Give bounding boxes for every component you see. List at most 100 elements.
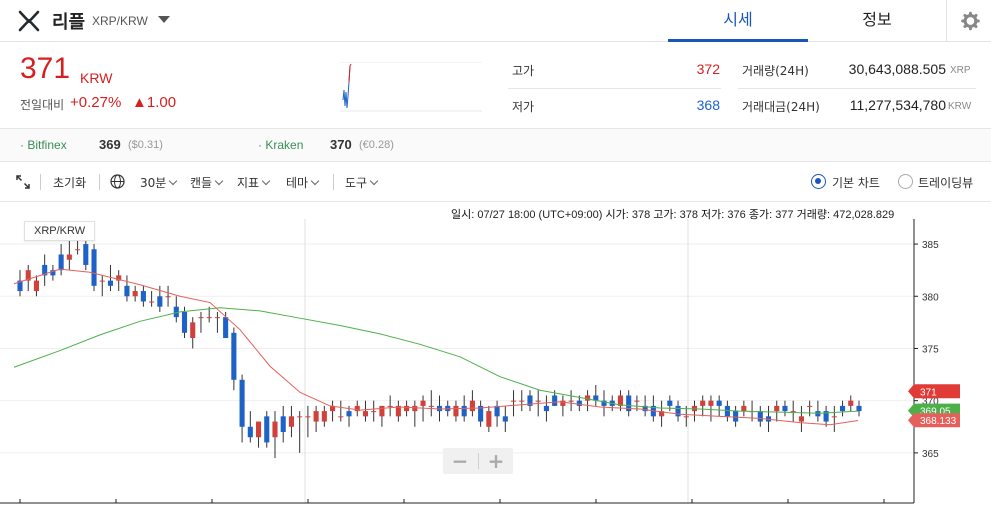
current-price: 371 xyxy=(20,52,71,85)
indicator-select[interactable]: 지표 xyxy=(237,174,271,191)
y-tick-label: 365 xyxy=(922,449,939,460)
candle-body xyxy=(181,311,188,333)
candle-body xyxy=(848,400,854,406)
candle-body xyxy=(305,416,311,418)
xrp-logo-icon xyxy=(18,10,40,32)
interval-select[interactable]: 30분 xyxy=(140,174,178,191)
candle-body xyxy=(576,400,582,406)
candle-body xyxy=(247,426,253,438)
candle-body xyxy=(288,416,294,427)
candle-body xyxy=(494,405,500,417)
expand-icon[interactable] xyxy=(16,175,30,189)
exchange-row: · Bitfinex 369 ($0.31) · Kraken 370 (€0.… xyxy=(0,128,991,162)
zoom-in-button[interactable]: + xyxy=(479,448,513,474)
change-label: 전일대비 xyxy=(20,98,65,112)
candle-body xyxy=(543,405,549,412)
candle-body xyxy=(724,405,730,417)
trade-value: 11,277,534,780 xyxy=(849,97,946,113)
candle-body xyxy=(757,411,763,422)
tradingview-radio[interactable] xyxy=(898,174,913,189)
candle-body xyxy=(469,400,475,412)
candle-body xyxy=(346,411,352,417)
value-label: 거래대금(24H) xyxy=(742,100,820,114)
candle-body xyxy=(362,411,369,417)
candle-body xyxy=(774,405,780,412)
y-tick-label: 385 xyxy=(922,240,939,251)
candle-body xyxy=(683,416,689,418)
tab-market[interactable]: 시세 xyxy=(668,0,808,42)
candle-body xyxy=(140,291,146,302)
chart-toolbar: 초기화 30분 캔들 지표 테마 도구 기본 차트 트레이딩뷰 xyxy=(0,162,991,202)
candle-body xyxy=(157,296,163,307)
exchange-sub-bitfinex: ($0.31) xyxy=(128,139,163,151)
gear-icon[interactable] xyxy=(946,0,991,42)
coin-select-chevron-down-icon[interactable] xyxy=(158,16,170,23)
low-value: 368 xyxy=(696,97,720,113)
candle-body xyxy=(321,411,327,422)
candle-body xyxy=(223,317,229,339)
candle-body xyxy=(798,416,804,422)
candle-body xyxy=(99,280,105,282)
tab-info[interactable]: 정보 xyxy=(808,0,946,42)
candle-body xyxy=(264,416,270,443)
candle-body xyxy=(585,395,591,401)
candle-body xyxy=(856,405,862,412)
candle-body xyxy=(519,400,525,402)
candle-body xyxy=(165,296,171,298)
high-value: 372 xyxy=(696,61,720,77)
candle-body xyxy=(675,405,681,417)
candle-body xyxy=(313,411,319,422)
exchange-price-bitfinex: 369 xyxy=(99,137,121,152)
candle-body xyxy=(272,421,278,438)
candle-body xyxy=(66,254,72,260)
candle-body xyxy=(510,400,517,402)
candle-body xyxy=(371,411,377,413)
candle-body xyxy=(149,301,155,303)
volume-value: 30,643,088.505 xyxy=(848,61,946,77)
high-label: 고가 xyxy=(512,64,535,78)
tradingview-label[interactable]: 트레이딩뷰 xyxy=(918,174,973,191)
stat-divider xyxy=(738,88,976,89)
chevron-down-icon xyxy=(261,176,271,186)
price-tag-label: 371 xyxy=(920,387,937,398)
coin-pair: XRP/KRW xyxy=(92,14,148,28)
basic-chart-label[interactable]: 기본 차트 xyxy=(832,174,880,191)
candle-body xyxy=(91,249,97,286)
candle-body xyxy=(807,405,813,407)
candle-body xyxy=(831,416,837,418)
candle-body xyxy=(124,285,130,297)
toolbar-separator xyxy=(40,174,41,190)
candle-body xyxy=(231,332,237,380)
candle-body xyxy=(107,280,114,286)
stat-divider xyxy=(508,88,721,89)
y-tick-label: 380 xyxy=(922,292,939,303)
toolbar-separator xyxy=(333,174,334,190)
candle-body xyxy=(206,317,212,319)
volume-unit: XRP xyxy=(950,65,971,76)
exchange-name-bitfinex[interactable]: · Bitfinex xyxy=(20,138,67,152)
candle-body xyxy=(75,249,81,251)
toolbar-separator xyxy=(99,174,100,190)
header: 리플 XRP/KRW 시세 정보 xyxy=(0,0,991,42)
chart-symbol-label: XRP/KRW xyxy=(24,221,96,241)
candle-body xyxy=(387,405,393,407)
candle-body xyxy=(420,400,426,406)
candle-body xyxy=(839,405,846,412)
globe-icon[interactable] xyxy=(110,174,125,189)
chevron-down-icon xyxy=(369,176,379,186)
candle-select[interactable]: 캔들 xyxy=(190,174,224,191)
theme-select[interactable]: 테마 xyxy=(286,174,320,191)
zoom-out-button[interactable]: − xyxy=(443,448,477,474)
ohlc-info: 일시: 07/27 18:00 (UTC+09:00) 시가: 378 고가: … xyxy=(451,209,895,221)
candle-body xyxy=(741,405,747,412)
candle-body xyxy=(535,400,541,402)
basic-chart-radio[interactable] xyxy=(811,174,826,189)
candle-body xyxy=(198,317,204,319)
exchange-name-kraken[interactable]: · Kraken xyxy=(258,138,303,152)
reset-button[interactable]: 초기화 xyxy=(53,174,86,191)
low-label: 저가 xyxy=(512,100,535,114)
candle-body xyxy=(214,317,220,319)
tools-select[interactable]: 도구 xyxy=(345,174,379,191)
candle-body xyxy=(634,400,640,402)
coin-name: 리플 xyxy=(52,12,86,33)
